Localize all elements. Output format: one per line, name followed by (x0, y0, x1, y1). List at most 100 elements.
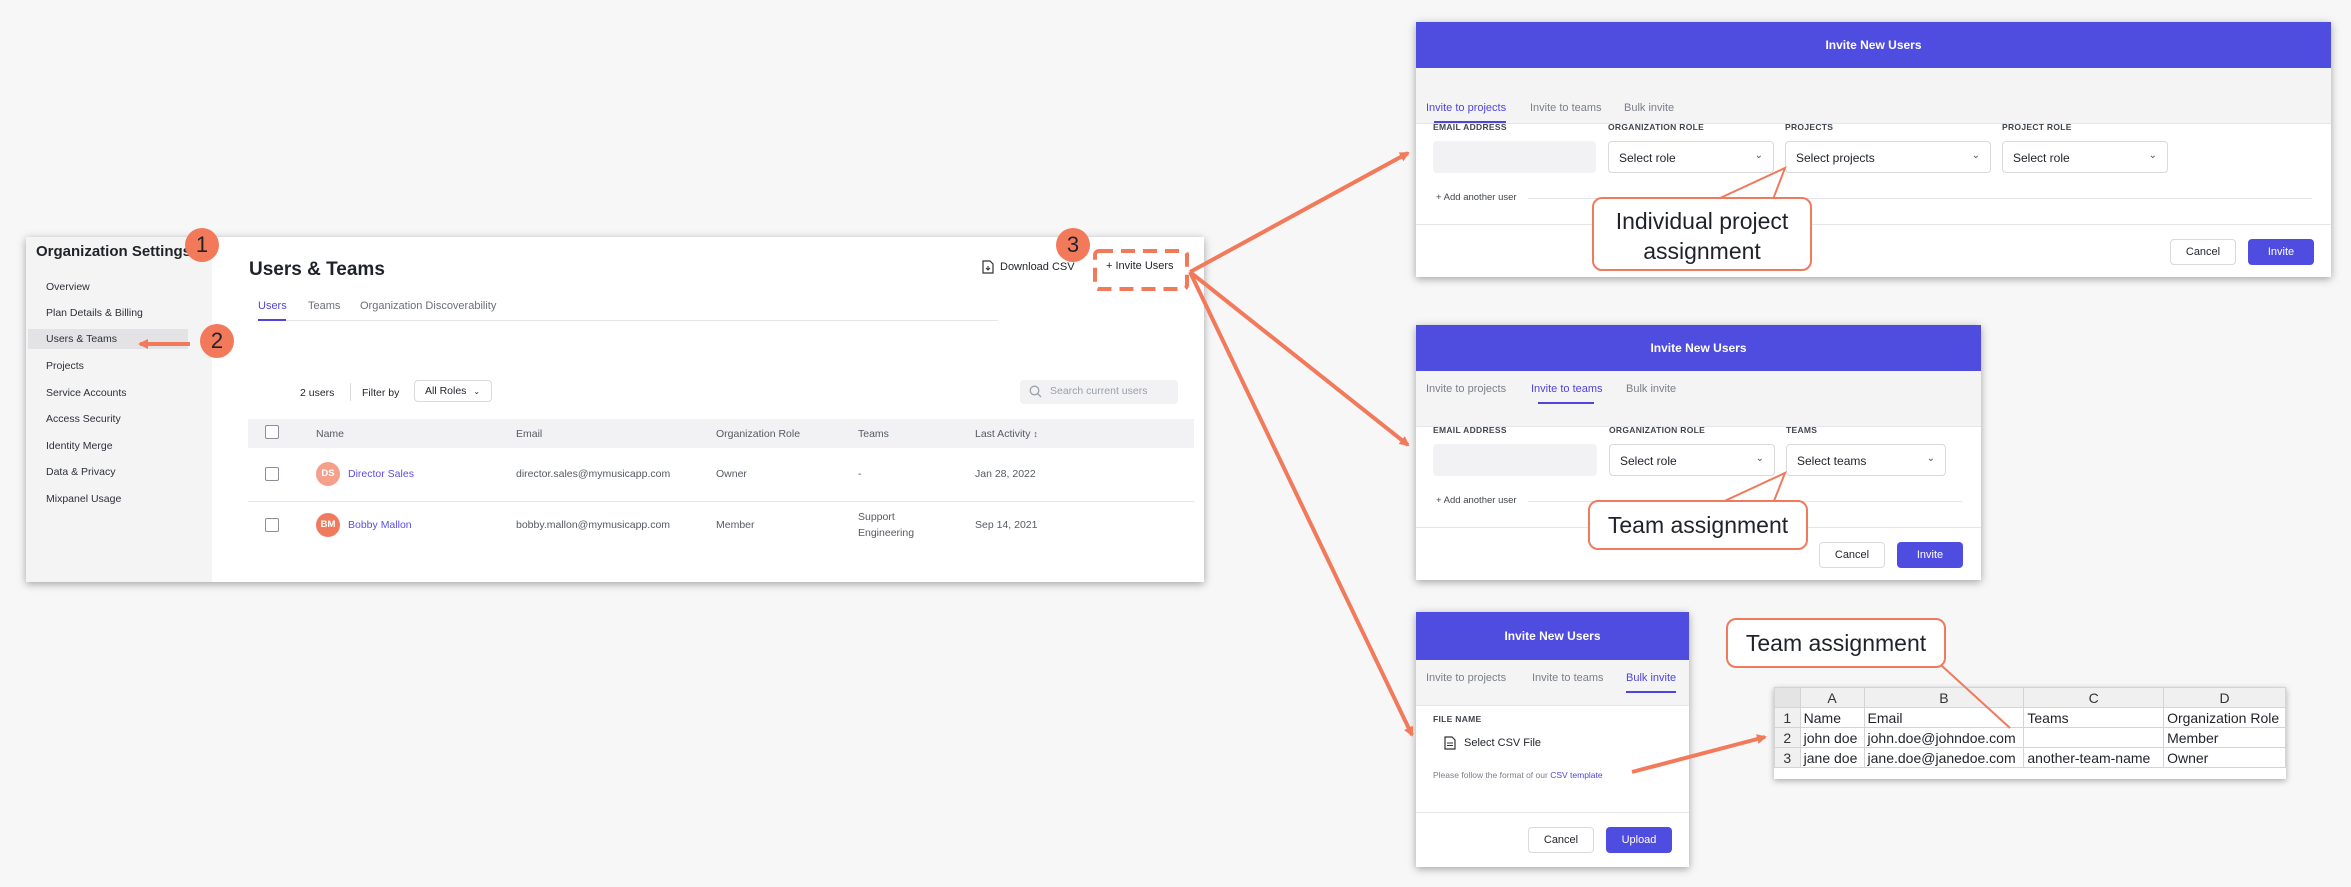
organization-role-select[interactable]: Select role ⌄ (1609, 444, 1775, 476)
user-teams: - (858, 468, 862, 480)
cell: Member (2163, 727, 2286, 748)
tab-invite-to-teams[interactable]: Invite to teams (1530, 102, 1602, 114)
email-field[interactable] (1433, 444, 1597, 476)
add-another-user-button[interactable]: + Add another user (1436, 192, 1517, 203)
roles-filter-value: All Roles (425, 385, 467, 397)
cell: john.doe@johndoe.com (1863, 727, 2025, 748)
download-csv-button[interactable]: Download CSV (982, 260, 1075, 274)
row-checkbox[interactable] (265, 518, 279, 532)
user-name-link[interactable]: Bobby Mallon (348, 519, 412, 531)
sidebar-item-identity-merge[interactable]: Identity Merge (46, 440, 113, 452)
select-csv-file-button[interactable]: Select CSV File (1444, 736, 1541, 750)
callout-individual-project-assignment: Individual project assignment (1592, 197, 1812, 271)
corner-cell (1774, 687, 1801, 708)
tab-invite-to-projects[interactable]: Invite to projects (1426, 383, 1506, 395)
callout-line: assignment (1643, 238, 1761, 264)
sidebar-item-plan-billing[interactable]: Plan Details & Billing (46, 307, 143, 319)
modal-tabs: Invite to projects Invite to teams Bulk … (1416, 660, 1689, 706)
chevron-down-icon: ⌄ (473, 387, 481, 396)
cancel-button[interactable]: Cancel (1528, 827, 1594, 853)
sidebar-title: Organization Settings (36, 243, 192, 260)
user-email: bobby.mallon@mymusicapp.com (516, 519, 671, 531)
organization-role-label: ORGANIZATION ROLE (1609, 425, 1706, 435)
tab-invite-to-projects[interactable]: Invite to projects (1426, 102, 1506, 114)
invite-users-button[interactable]: + Invite Users (1106, 260, 1174, 272)
sidebar-item-users-teams[interactable]: Users & Teams (28, 329, 188, 349)
step-badge: 2 (200, 324, 234, 358)
csv-template-link[interactable]: CSV template (1550, 770, 1602, 780)
cell: Email (1863, 707, 2025, 728)
invite-button[interactable]: Invite (1897, 542, 1963, 568)
tab-organization-discoverability[interactable]: Organization Discoverability (360, 300, 496, 312)
avatar: BM (316, 513, 340, 537)
tab-invite-to-teams[interactable]: Invite to teams (1532, 672, 1604, 684)
sidebar-item-overview[interactable]: Overview (46, 281, 90, 293)
organization-role-label: ORGANIZATION ROLE (1608, 122, 1705, 132)
select-value: Select projects (1796, 151, 1875, 165)
sidebar-item-data-privacy[interactable]: Data & Privacy (46, 466, 115, 478)
spreadsheet-table: A B C D 1 Name Email Teams Organization … (1774, 687, 2286, 768)
add-another-user-button[interactable]: + Add another user (1436, 495, 1517, 506)
csv-hint-text: Please follow the format of our (1433, 770, 1548, 780)
select-all-checkbox[interactable] (265, 425, 279, 439)
settings-sidebar: Organization Settings Overview Plan Deta… (26, 237, 212, 582)
user-name-link[interactable]: Director Sales (348, 468, 414, 480)
column-teams[interactable]: Teams (858, 428, 889, 440)
active-tab-underline (258, 319, 286, 321)
row-checkbox[interactable] (265, 467, 279, 481)
organization-role-select[interactable]: Select role ⌄ (1608, 141, 1774, 173)
cancel-button[interactable]: Cancel (1819, 542, 1885, 568)
tab-invite-to-projects[interactable]: Invite to projects (1426, 672, 1506, 684)
column-organization-role[interactable]: Organization Role (716, 428, 800, 440)
roles-filter-dropdown[interactable]: All Roles ⌄ (414, 380, 492, 402)
tab-invite-to-teams[interactable]: Invite to teams (1531, 383, 1603, 395)
column-email[interactable]: Email (516, 428, 542, 440)
avatar: DS (316, 462, 340, 486)
sidebar-item-projects[interactable]: Projects (46, 360, 84, 372)
row-divider (248, 501, 1194, 502)
bulk-invite-modal: Invite New Users Invite to projects Invi… (1416, 612, 1689, 867)
email-label: EMAIL ADDRESS (1433, 425, 1507, 435)
column-header: C (2023, 687, 2165, 708)
select-value: Select role (1619, 151, 1676, 165)
column-last-activity[interactable]: Last Activity ↕ (975, 428, 1038, 440)
teams-select[interactable]: Select teams ⌄ (1786, 444, 1946, 476)
tab-bulk-invite[interactable]: Bulk invite (1624, 102, 1674, 114)
tab-users[interactable]: Users (258, 300, 287, 312)
sidebar-item-access-security[interactable]: Access Security (46, 413, 121, 425)
user-email: director.sales@mymusicapp.com (516, 468, 671, 480)
column-header: B (1863, 687, 2025, 708)
spreadsheet-row: 2 john doe john.doe@johndoe.com Member (1774, 727, 2286, 748)
csv-hint: Please follow the format of our CSV temp… (1433, 770, 1603, 780)
csv-spreadsheet: A B C D 1 Name Email Teams Organization … (1774, 687, 2286, 779)
invite-projects-modal: Invite New Users Invite to projects Invi… (1416, 22, 2331, 277)
cell: jane.doe@janedoe.com (1863, 747, 2025, 768)
upload-button[interactable]: Upload (1606, 827, 1672, 853)
arrow (1189, 151, 1410, 274)
tab-bulk-invite[interactable]: Bulk invite (1626, 672, 1676, 684)
sidebar-item-service-accounts[interactable]: Service Accounts (46, 387, 127, 399)
modal-title: Invite New Users (1416, 22, 2331, 68)
callout-team-assignment-csv: Team assignment (1726, 618, 1946, 668)
chevron-down-icon: ⌄ (1971, 150, 1980, 161)
select-value: Select role (1620, 454, 1677, 468)
project-role-select[interactable]: Select role ⌄ (2002, 141, 2168, 173)
invite-button[interactable]: Invite (2248, 239, 2314, 265)
email-label: EMAIL ADDRESS (1433, 122, 1507, 132)
divider (1791, 198, 2312, 199)
tab-bulk-invite[interactable]: Bulk invite (1626, 383, 1676, 395)
step-badge: 3 (1056, 228, 1090, 262)
cell: jane doe (1799, 747, 1865, 768)
select-value: Select teams (1797, 454, 1867, 468)
tab-teams[interactable]: Teams (308, 300, 340, 312)
modal-tabs: Invite to projects Invite to teams Bulk … (1416, 68, 2331, 124)
cell: Teams (2023, 707, 2165, 728)
email-field[interactable] (1433, 141, 1596, 173)
projects-select[interactable]: Select projects ⌄ (1785, 141, 1991, 173)
column-name[interactable]: Name (316, 428, 344, 440)
search-icon (1029, 385, 1042, 398)
search-input[interactable]: Search current users (1020, 380, 1178, 404)
sidebar-item-mixpanel-usage[interactable]: Mixpanel Usage (46, 493, 121, 505)
cancel-button[interactable]: Cancel (2170, 239, 2236, 265)
cell (2023, 727, 2165, 748)
